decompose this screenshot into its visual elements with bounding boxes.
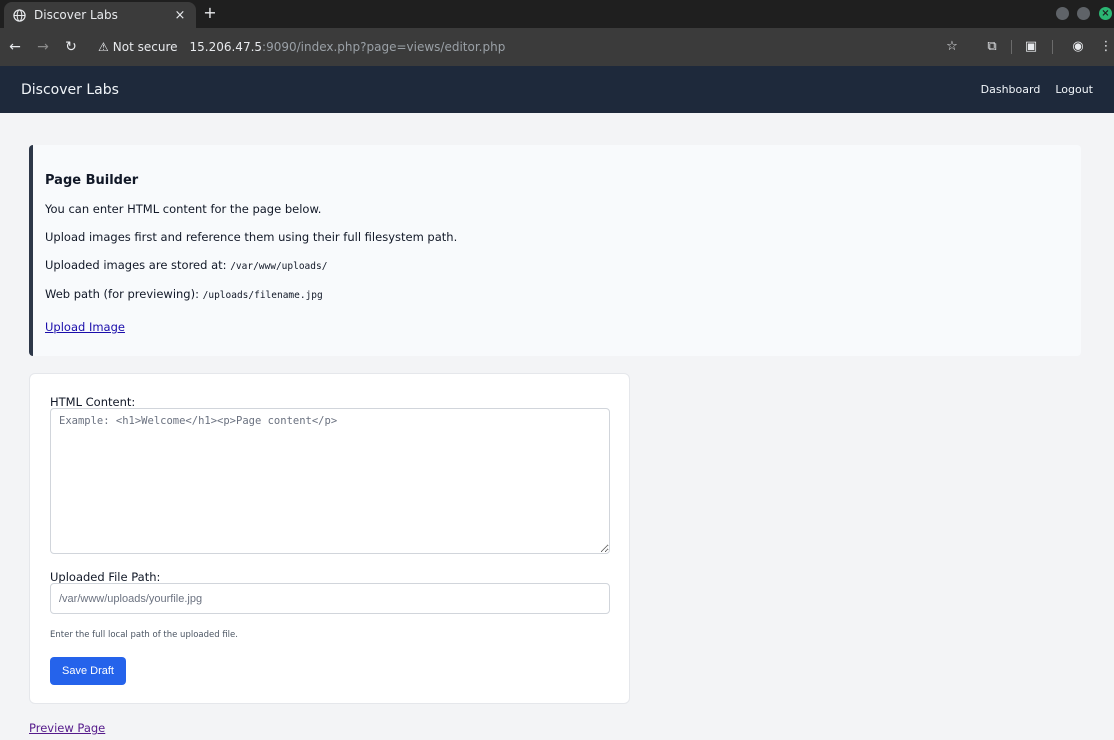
info-line-upload: Upload images first and reference them u… — [45, 230, 458, 244]
app-navbar: Discover Labs Dashboard Logout — [0, 66, 1114, 113]
file-path-hint: Enter the full local path of the uploade… — [50, 630, 238, 640]
info-line-html: You can enter HTML content for the page … — [45, 202, 322, 216]
info-panel: Page Builder You can enter HTML content … — [29, 145, 1081, 356]
maximize-icon[interactable] — [1077, 7, 1090, 20]
back-arrow-icon[interactable]: ← — [6, 38, 24, 56]
url-host: 15.206.47.5 — [189, 40, 263, 54]
preview-page-link[interactable]: Preview Page — [29, 721, 105, 735]
globe-icon — [12, 8, 26, 22]
panel-title: Page Builder — [45, 173, 139, 188]
info-line-webpath: Web path (for previewing): /uploads/file… — [45, 287, 1081, 303]
new-tab-button[interactable]: + — [201, 4, 219, 22]
profile-icon[interactable]: ◉ — [1069, 38, 1087, 56]
file-path-input[interactable] — [50, 583, 610, 614]
bookmark-star-icon[interactable]: ☆ — [943, 38, 961, 56]
close-window-icon[interactable]: × — [1099, 7, 1112, 20]
html-content-label: HTML Content: — [50, 395, 136, 409]
security-label[interactable]: Not secure — [113, 40, 178, 54]
tab-close-icon[interactable]: × — [172, 8, 188, 23]
warning-triangle-icon[interactable]: ⚠ — [98, 40, 109, 54]
nav-link-logout[interactable]: Logout — [1055, 83, 1093, 96]
menu-kebab-icon[interactable]: ⋮ — [1097, 38, 1114, 56]
minimize-icon[interactable] — [1056, 7, 1069, 20]
url-bar[interactable]: ⚠ Not secure 15.206.47.5:9090/index.php?… — [92, 34, 972, 60]
tab-title: Discover Labs — [34, 8, 118, 22]
editor-form-card: HTML Content: Uploaded File Path: Enter … — [29, 373, 630, 704]
html-content-textarea[interactable] — [50, 408, 610, 554]
webpath-label: Web path (for previewing): — [45, 287, 203, 301]
forward-arrow-icon[interactable]: → — [34, 38, 52, 56]
browser-address-bar: ← → ↻ ⚠ Not secure 15.206.47.5:9090/inde… — [0, 28, 1114, 66]
browser-tab-bar: Discover Labs × + × — [0, 0, 1114, 28]
reload-icon[interactable]: ↻ — [62, 38, 80, 56]
toolbar-divider — [1011, 40, 1012, 54]
url-path: :9090/index.php?page=views/editor.php — [262, 40, 506, 54]
brand-logo-text[interactable]: Discover Labs — [21, 82, 966, 98]
toolbar-divider — [1052, 40, 1053, 54]
upload-image-link[interactable]: Upload Image — [45, 320, 125, 334]
browser-tab[interactable]: Discover Labs × — [4, 2, 196, 28]
storage-label: Uploaded images are stored at: — [45, 258, 231, 272]
file-path-label: Uploaded File Path: — [50, 570, 161, 584]
info-line-storage: Uploaded images are stored at: /var/www/… — [45, 258, 1081, 274]
storage-path-code: /var/www/uploads/ — [230, 261, 328, 272]
nav-link-dashboard[interactable]: Dashboard — [981, 83, 1041, 96]
reading-list-icon[interactable]: ▣ — [1022, 38, 1040, 56]
extensions-icon[interactable]: ⧉ — [983, 38, 1001, 56]
webpath-code: /uploads/filename.jpg — [202, 290, 323, 301]
save-draft-button[interactable]: Save Draft — [50, 657, 126, 685]
